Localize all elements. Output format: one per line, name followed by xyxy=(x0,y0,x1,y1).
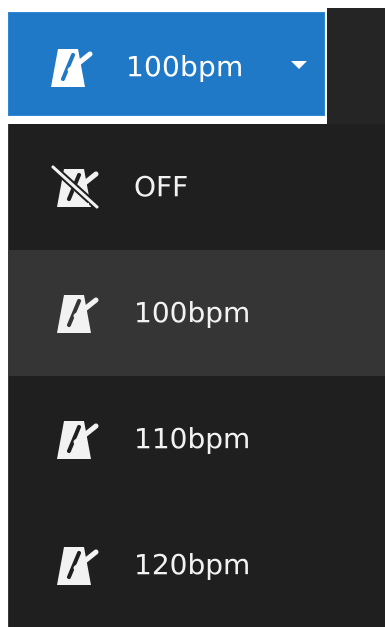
tempo-option-label: 100bpm xyxy=(134,296,251,329)
metronome-off-icon xyxy=(49,165,103,209)
tempo-option-120bpm[interactable]: 120bpm xyxy=(9,502,385,627)
metronome-icon xyxy=(49,291,103,335)
tempo-dropdown-button[interactable]: 100bpm xyxy=(8,12,325,116)
tempo-dropdown-label: 100bpm xyxy=(126,50,244,83)
metronome-icon xyxy=(49,543,103,587)
tempo-option-100bpm[interactable]: 100bpm xyxy=(9,250,385,376)
caret-down-icon xyxy=(291,61,307,69)
toolbar-background-right xyxy=(327,8,385,124)
toolbar: 100bpm xyxy=(0,0,385,124)
tempo-option-110bpm[interactable]: 110bpm xyxy=(9,376,385,502)
tempo-option-label: OFF xyxy=(134,170,189,203)
screen: 100bpm OFF 100bpm 110bpm 120bpm xyxy=(0,0,385,627)
metronome-icon xyxy=(43,45,97,89)
metronome-icon xyxy=(49,417,103,461)
tempo-option-off[interactable]: OFF xyxy=(9,124,385,250)
tempo-option-label: 110bpm xyxy=(134,422,251,455)
tempo-option-label: 120bpm xyxy=(134,548,251,581)
tempo-menu: OFF 100bpm 110bpm 120bpm xyxy=(8,124,385,627)
